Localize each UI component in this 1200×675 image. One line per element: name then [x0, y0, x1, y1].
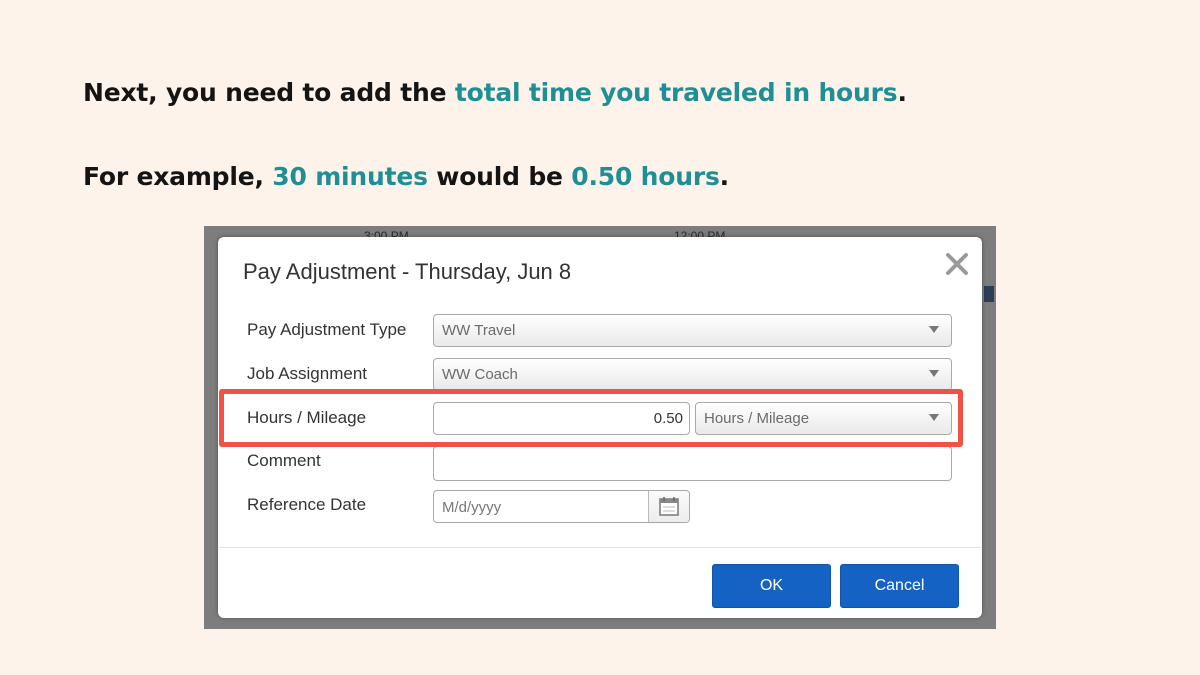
instruction-text: Next, you need to add the: [83, 78, 455, 107]
reference-date-input[interactable]: M/d/yyyy: [433, 490, 690, 523]
instruction-text: .: [719, 162, 730, 191]
cancel-button[interactable]: Cancel: [840, 564, 959, 608]
instruction-text: .: [897, 78, 907, 107]
instruction-highlight: total time you traveled in hours: [454, 78, 898, 107]
instruction-text: would be: [427, 162, 572, 191]
pay-adjustment-type-select[interactable]: WW Travel: [433, 314, 952, 347]
instruction-highlight: 30 minutes: [272, 162, 428, 191]
calendar-button[interactable]: [648, 491, 689, 522]
instruction-highlight: 0.50 hours: [571, 162, 720, 191]
reference-date-placeholder: M/d/yyyy: [442, 499, 502, 516]
dialog-title: Pay Adjustment - Thursday, Jun 8: [243, 259, 572, 284]
calendar-icon: [659, 497, 679, 516]
close-icon: [946, 253, 968, 275]
close-button[interactable]: [944, 251, 970, 277]
job-assignment-select[interactable]: WW Coach: [433, 358, 952, 391]
instruction-line-1: Next, you need to add the total time you…: [83, 78, 907, 107]
job-assignment-value: WW Coach: [442, 366, 518, 383]
instruction-text: For example,: [83, 162, 273, 191]
job-assignment-label: Job Assignment: [247, 364, 368, 383]
instruction-line-2: For example, 30 minutes would be 0.50 ho…: [83, 162, 729, 191]
pay-adjustment-type-value: WW Travel: [442, 322, 516, 339]
callout-highlight-box: [219, 389, 963, 447]
footer-divider: [218, 547, 982, 548]
ok-button[interactable]: OK: [712, 564, 831, 608]
reference-date-label: Reference Date: [247, 495, 367, 514]
comment-input[interactable]: [433, 446, 952, 481]
chevron-down-icon: [929, 370, 939, 377]
background-edge: [984, 286, 994, 302]
comment-label: Comment: [247, 451, 321, 470]
pay-adjustment-type-label: Pay Adjustment Type: [247, 320, 407, 339]
chevron-down-icon: [929, 326, 939, 333]
